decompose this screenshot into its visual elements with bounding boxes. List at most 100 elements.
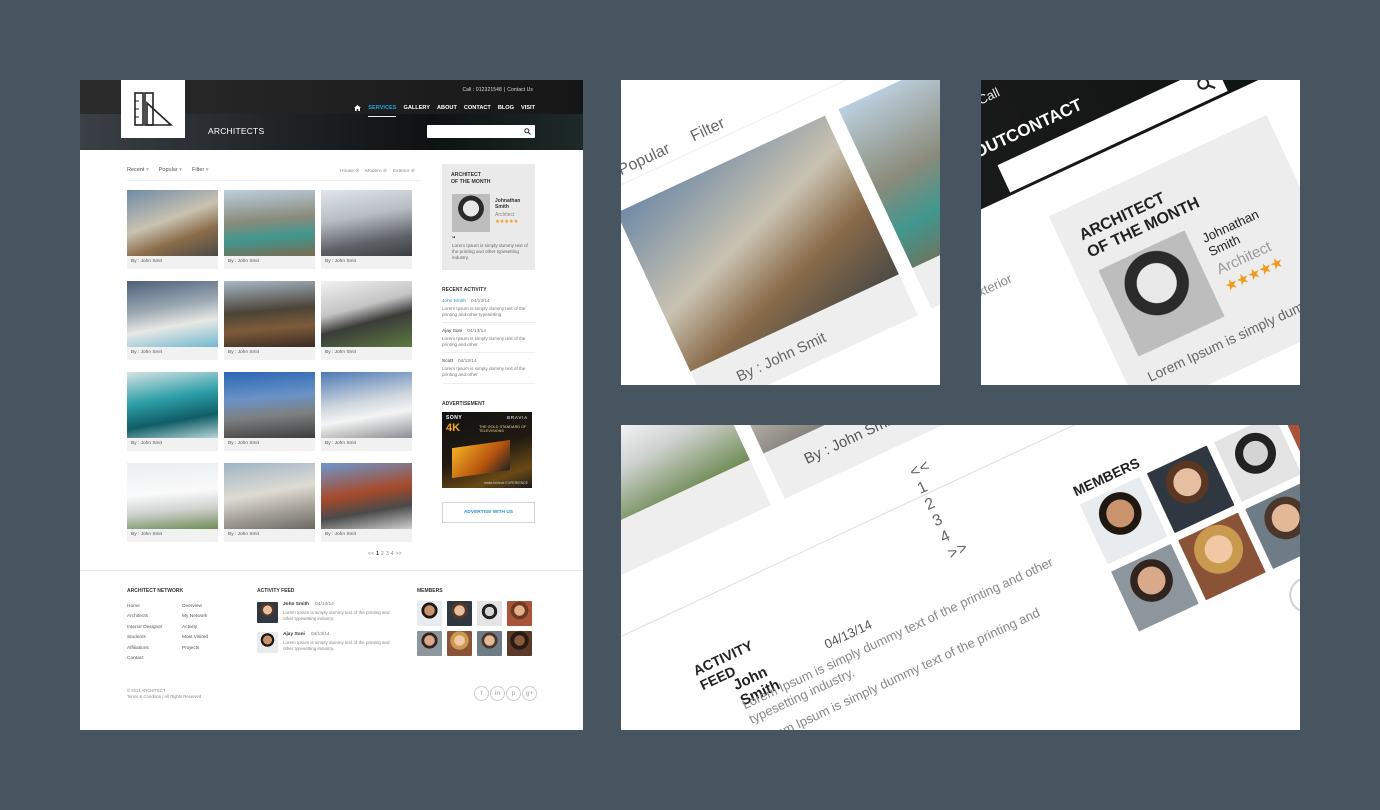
- footer-link-affiliations[interactable]: Affiliations: [127, 644, 162, 654]
- terms-link[interactable]: Terms & Condition: [127, 694, 161, 699]
- architects-website-mockup: Call : 012321548 | Contact Us SERVICES GAL…: [80, 80, 583, 730]
- gallery-card[interactable]: By : John Smit: [127, 281, 218, 360]
- page-1[interactable]: 1: [376, 551, 379, 557]
- member-avatar[interactable]: [507, 601, 532, 626]
- search-icon[interactable]: [523, 127, 531, 135]
- gallery-card[interactable]: By : John Smit: [224, 281, 315, 360]
- footer-link-architects[interactable]: Architects: [127, 612, 162, 622]
- house-photo[interactable]: [127, 372, 218, 438]
- member-avatar[interactable]: [417, 601, 442, 626]
- house-photo[interactable]: [224, 281, 315, 347]
- page-prev[interactable]: <<: [368, 551, 374, 557]
- logo[interactable]: [121, 80, 185, 138]
- pagination-zoomed[interactable]: << 1 2 3 4 >>: [907, 457, 971, 564]
- footer-link-students[interactable]: Students: [127, 633, 162, 643]
- nav-gallery[interactable]: GALLERY: [403, 105, 430, 111]
- facebook-icon[interactable]: f: [1283, 571, 1300, 619]
- house-photo[interactable]: [127, 190, 218, 256]
- ad-experience: make.believe EXPERIENCE: [483, 480, 528, 485]
- tag-exterior[interactable]: Exterior: [393, 169, 415, 174]
- footer-link-interior[interactable]: Interior Designer: [127, 623, 162, 633]
- member-avatar[interactable]: [417, 631, 442, 656]
- gallery-card[interactable]: By : John Smit: [127, 190, 218, 269]
- nav-blog[interactable]: BLOG: [498, 105, 514, 111]
- facebook-icon[interactable]: f: [474, 686, 489, 701]
- page-next[interactable]: >>: [396, 551, 402, 557]
- avatar[interactable]: [257, 602, 278, 623]
- footer-link-activity[interactable]: Activity: [182, 623, 208, 633]
- gallery-card[interactable]: By : John Smit: [224, 463, 315, 542]
- footer-link-home[interactable]: Home: [127, 602, 162, 612]
- activity-author: John Smith 04/13/14: [442, 299, 535, 304]
- activity-author-name[interactable]: Scott: [442, 359, 453, 364]
- linkedin-icon[interactable]: in: [490, 686, 505, 701]
- feed-author-name[interactable]: John Smith: [283, 602, 309, 607]
- architect-avatar[interactable]: [452, 194, 490, 232]
- member-avatar[interactable]: [477, 601, 502, 626]
- feed-text: Lorem Ipsum is simply dummy text of the …: [283, 610, 390, 621]
- footer-link-contact[interactable]: Contact: [127, 654, 162, 664]
- house-photo[interactable]: [321, 190, 412, 256]
- footer-link-projects[interactable]: Projects: [182, 644, 208, 654]
- gallery-card[interactable]: By : John Smit: [224, 372, 315, 451]
- activity-author-name[interactable]: Ajay Soni: [442, 329, 462, 334]
- footer-link-overview[interactable]: Overview: [182, 602, 208, 612]
- card-caption: By : John Smit: [325, 441, 356, 446]
- gallery-card[interactable]: By : John Smit: [321, 190, 412, 269]
- home-icon[interactable]: [354, 105, 362, 111]
- activity-date: 04/13/14: [467, 329, 486, 335]
- nav-visit[interactable]: VISIT: [521, 105, 535, 111]
- members-grid: [417, 601, 532, 656]
- nav-services[interactable]: SERVICES: [368, 99, 397, 117]
- tag-exterior[interactable]: Exterior: [981, 271, 1014, 304]
- house-photo[interactable]: [321, 281, 412, 347]
- gallery-card-zoomed[interactable]: [621, 425, 772, 599]
- copyright: © 2014 ARCHITECT Terms & Condition | All…: [127, 688, 202, 699]
- house-photo[interactable]: [621, 425, 750, 553]
- search-input[interactable]: [427, 125, 535, 138]
- gallery-card[interactable]: By : John Smit: [127, 463, 218, 542]
- gallery-card[interactable]: By : John Smit: [224, 190, 315, 269]
- house-photo[interactable]: [224, 372, 315, 438]
- house-photo[interactable]: [224, 190, 315, 256]
- gallery-card[interactable]: By : John Smit: [321, 281, 412, 360]
- gallery-card[interactable]: By : John Smit: [321, 372, 412, 451]
- nav-about[interactable]: ABOUT: [437, 105, 457, 111]
- house-photo[interactable]: [321, 372, 412, 438]
- house-photo[interactable]: [224, 463, 315, 529]
- feed-author-name[interactable]: Ajay Soni: [283, 632, 305, 637]
- googleplus-icon[interactable]: g+: [522, 686, 537, 701]
- rights-text: All Rights Reserved: [164, 693, 202, 699]
- tag-modern[interactable]: Modern: [365, 169, 387, 174]
- member-avatar[interactable]: [507, 631, 532, 656]
- activity-item: Ajay Soni 04/13/14 Lorem Ipsum is simply …: [442, 323, 535, 354]
- footer-link-network[interactable]: My Network: [182, 612, 208, 622]
- avatar[interactable]: [257, 632, 278, 653]
- nav-contact[interactable]: CONTACT: [464, 105, 491, 111]
- footer-link-most-visited[interactable]: Most Visited: [182, 633, 208, 643]
- tag-house[interactable]: House: [340, 169, 359, 174]
- page-2[interactable]: 2: [381, 551, 384, 557]
- recent-sort[interactable]: Recent: [127, 167, 149, 173]
- activity-text: Lorem Ipsum is simply dummy text of the …: [442, 306, 526, 317]
- gallery-card[interactable]: By : John Smit: [127, 372, 218, 451]
- ad-4k: 4K: [446, 421, 461, 434]
- sony-ad-banner[interactable]: SONY BRAVIA 4K THE GOLD STANDARD OF TELE…: [442, 411, 532, 488]
- page-3[interactable]: 3: [386, 551, 389, 557]
- house-photo[interactable]: [321, 463, 412, 529]
- card-caption: By : John Smit: [131, 259, 162, 264]
- member-avatar[interactable]: [477, 631, 502, 656]
- page-4[interactable]: 4: [391, 551, 394, 557]
- advertise-button[interactable]: ADVERTISE WITH US: [442, 501, 535, 523]
- gallery-card[interactable]: By : John Smit: [321, 463, 412, 542]
- house-photo[interactable]: [127, 281, 218, 347]
- member-avatar[interactable]: [447, 601, 472, 626]
- filter-dropdown[interactable]: Filter: [192, 167, 209, 173]
- popular-sort[interactable]: Popular: [159, 167, 182, 173]
- member-avatar[interactable]: [447, 631, 472, 656]
- house-photo[interactable]: [127, 463, 218, 529]
- activity-author-name[interactable]: John Smith: [442, 299, 466, 304]
- search-icon[interactable]: [1194, 80, 1218, 97]
- pinterest-icon[interactable]: p: [506, 686, 521, 701]
- contact-us-link[interactable]: Contact Us: [507, 87, 533, 93]
